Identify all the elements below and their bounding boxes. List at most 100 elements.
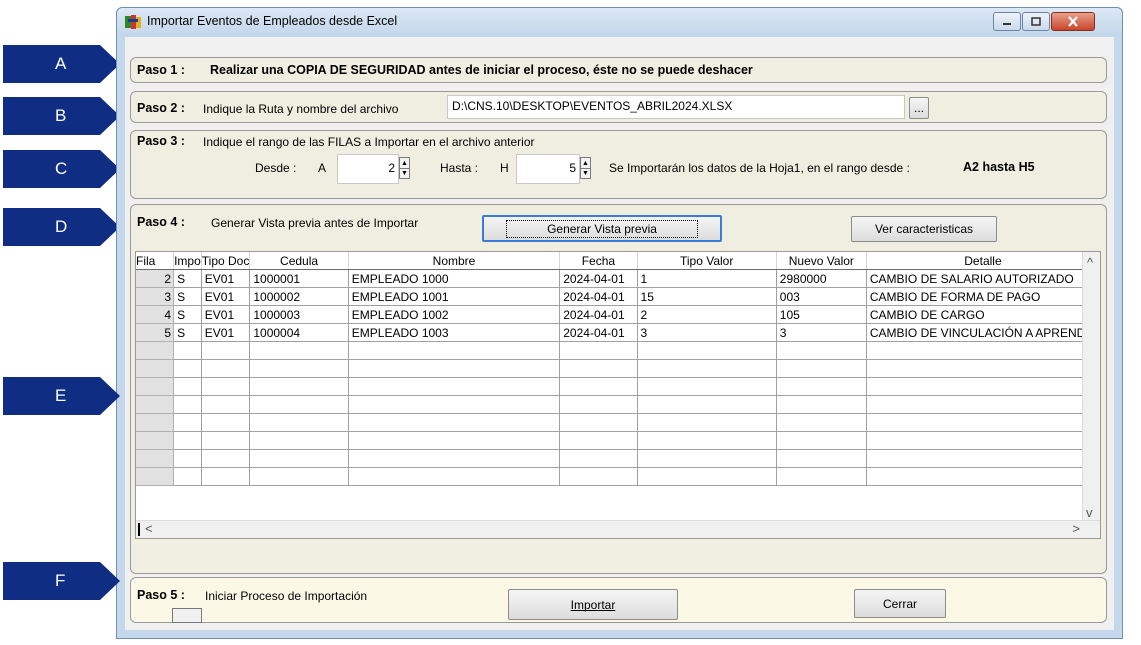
empty-cell[interactable] bbox=[637, 467, 777, 486]
browse-button[interactable]: ... bbox=[909, 97, 929, 119]
cell-nuevo-valor[interactable]: 3 bbox=[776, 323, 867, 342]
col-header-impo[interactable]: Impo bbox=[173, 252, 202, 270]
cell-impo[interactable]: S bbox=[173, 323, 202, 342]
cell-cedula[interactable]: 1000004 bbox=[249, 323, 349, 342]
empty-row[interactable] bbox=[136, 359, 1100, 378]
cell-tipo-valor[interactable]: 3 bbox=[637, 323, 777, 342]
generate-preview-button[interactable]: Generar Vista previa bbox=[482, 215, 722, 242]
empty-cell[interactable] bbox=[559, 449, 638, 468]
cell-tipo-doc[interactable]: EV01 bbox=[201, 323, 251, 342]
empty-cell[interactable] bbox=[637, 377, 777, 396]
empty-cell[interactable] bbox=[559, 395, 638, 414]
cell-fecha[interactable]: 2024-04-01 bbox=[559, 323, 638, 342]
empty-cell[interactable] bbox=[173, 431, 202, 450]
cell-detalle[interactable]: CAMBIO DE VINCULACIÓN A APRENDIZ bbox=[866, 323, 1100, 342]
empty-cell[interactable] bbox=[637, 449, 777, 468]
hasta-spinner[interactable]: ▲ ▼ bbox=[580, 157, 591, 179]
empty-cell[interactable] bbox=[201, 377, 251, 396]
col-header-tipo-doc[interactable]: Tipo Doc bbox=[201, 252, 251, 270]
empty-cell[interactable] bbox=[348, 341, 561, 360]
empty-cell[interactable] bbox=[348, 395, 561, 414]
empty-cell[interactable] bbox=[637, 341, 777, 360]
scroll-left-icon[interactable]: < bbox=[145, 521, 153, 536]
empty-cell[interactable] bbox=[866, 395, 1100, 414]
empty-cell[interactable] bbox=[637, 413, 777, 432]
table-row[interactable]: 2 S EV01 1000001 EMPLEADO 1000 2024-04-0… bbox=[136, 269, 1100, 288]
vertical-scrollbar[interactable]: ^ v bbox=[1082, 252, 1100, 522]
empty-cell[interactable] bbox=[201, 431, 251, 450]
cell-nuevo-valor[interactable]: 2980000 bbox=[776, 269, 867, 288]
empty-cell[interactable] bbox=[249, 431, 349, 450]
empty-cell[interactable] bbox=[637, 359, 777, 378]
empty-cell[interactable] bbox=[348, 431, 561, 450]
title-bar[interactable]: Importar Eventos de Empleados desde Exce… bbox=[117, 8, 1122, 36]
cell-impo[interactable]: S bbox=[173, 269, 202, 288]
col-header-tipo-valor[interactable]: Tipo Valor bbox=[637, 252, 777, 270]
col-header-nuevo-valor[interactable]: Nuevo Valor bbox=[776, 252, 867, 270]
maximize-button[interactable] bbox=[1022, 12, 1050, 31]
empty-cell[interactable] bbox=[637, 395, 777, 414]
import-button[interactable]: Importar bbox=[508, 589, 678, 620]
empty-cell[interactable] bbox=[249, 467, 349, 486]
empty-cell[interactable] bbox=[173, 467, 202, 486]
empty-cell[interactable] bbox=[249, 377, 349, 396]
empty-cell[interactable] bbox=[776, 449, 867, 468]
empty-cell[interactable] bbox=[559, 377, 638, 396]
empty-cell[interactable] bbox=[776, 359, 867, 378]
table-row[interactable]: 4 S EV01 1000003 EMPLEADO 1002 2024-04-0… bbox=[136, 305, 1100, 324]
empty-cell[interactable] bbox=[173, 377, 202, 396]
empty-row[interactable] bbox=[136, 467, 1100, 486]
empty-cell[interactable] bbox=[559, 431, 638, 450]
cell-tipo-valor[interactable]: 2 bbox=[637, 305, 777, 324]
empty-cell[interactable] bbox=[866, 413, 1100, 432]
view-features-button[interactable]: Ver caracteristicas bbox=[851, 216, 997, 242]
empty-cell[interactable] bbox=[776, 341, 867, 360]
empty-cell[interactable] bbox=[776, 467, 867, 486]
spin-down-icon[interactable]: ▼ bbox=[581, 168, 590, 178]
table-row[interactable]: 3 S EV01 1000002 EMPLEADO 1001 2024-04-0… bbox=[136, 287, 1100, 306]
empty-cell[interactable] bbox=[348, 467, 561, 486]
col-header-fecha[interactable]: Fecha bbox=[559, 252, 638, 270]
empty-cell[interactable] bbox=[559, 467, 638, 486]
empty-cell[interactable] bbox=[201, 467, 251, 486]
cell-tipo-doc[interactable]: EV01 bbox=[201, 287, 251, 306]
empty-cell[interactable] bbox=[348, 413, 561, 432]
empty-row[interactable] bbox=[136, 413, 1100, 432]
empty-cell[interactable] bbox=[201, 395, 251, 414]
col-header-detalle[interactable]: Detalle bbox=[866, 252, 1100, 270]
empty-cell[interactable] bbox=[201, 449, 251, 468]
scroll-down-icon[interactable]: v bbox=[1086, 505, 1093, 520]
empty-cell[interactable] bbox=[776, 431, 867, 450]
empty-row[interactable] bbox=[136, 395, 1100, 414]
empty-cell[interactable] bbox=[776, 413, 867, 432]
cell-nombre[interactable]: EMPLEADO 1001 bbox=[348, 287, 561, 306]
empty-cell[interactable] bbox=[776, 377, 867, 396]
cell-impo[interactable]: S bbox=[173, 287, 202, 306]
col-header-cedula[interactable]: Cedula bbox=[249, 252, 349, 270]
empty-cell[interactable] bbox=[637, 431, 777, 450]
desde-spinner[interactable]: ▲ ▼ bbox=[399, 157, 410, 179]
empty-cell[interactable] bbox=[249, 449, 349, 468]
empty-cell[interactable] bbox=[173, 359, 202, 378]
preview-grid[interactable]: Fila Impo Tipo Doc Cedula Nombre Fecha T… bbox=[135, 251, 1101, 539]
cell-tipo-doc[interactable]: EV01 bbox=[201, 269, 251, 288]
empty-cell[interactable] bbox=[249, 359, 349, 378]
empty-cell[interactable] bbox=[776, 395, 867, 414]
empty-cell[interactable] bbox=[348, 359, 561, 378]
empty-cell[interactable] bbox=[173, 413, 202, 432]
empty-cell[interactable] bbox=[201, 413, 251, 432]
cell-tipo-valor[interactable]: 15 bbox=[637, 287, 777, 306]
empty-cell[interactable] bbox=[559, 341, 638, 360]
file-path-input[interactable]: D:\CNS.10\DESKTOP\EVENTOS_ABRIL2024.XLSX bbox=[447, 95, 905, 119]
empty-cell[interactable] bbox=[249, 395, 349, 414]
empty-cell[interactable] bbox=[173, 449, 202, 468]
cell-nuevo-valor[interactable]: 003 bbox=[776, 287, 867, 306]
desde-row-input[interactable]: 2 bbox=[337, 154, 399, 184]
empty-cell[interactable] bbox=[173, 395, 202, 414]
empty-cell[interactable] bbox=[866, 377, 1100, 396]
close-button[interactable]: Cerrar bbox=[854, 589, 946, 618]
cell-tipo-doc[interactable]: EV01 bbox=[201, 305, 251, 324]
cell-cedula[interactable]: 1000003 bbox=[249, 305, 349, 324]
cell-nombre[interactable]: EMPLEADO 1002 bbox=[348, 305, 561, 324]
cell-detalle[interactable]: CAMBIO DE FORMA DE PAGO bbox=[866, 287, 1100, 306]
